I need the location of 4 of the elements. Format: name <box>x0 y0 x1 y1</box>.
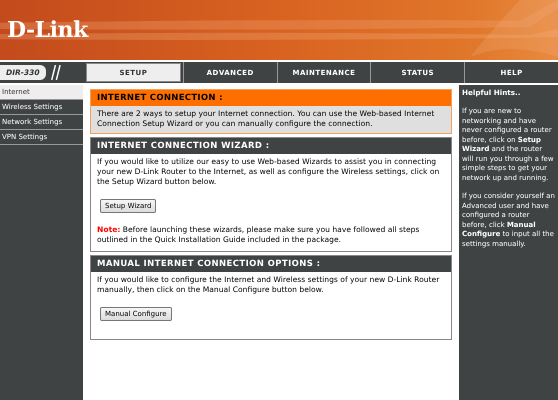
d-link-logo: D-Link <box>7 17 88 43</box>
section-title: MANUAL INTERNET CONNECTION OPTIONS : <box>91 256 451 272</box>
section-title: INTERNET CONNECTION : <box>91 90 451 106</box>
section-title: INTERNET CONNECTION WIZARD : <box>91 138 451 154</box>
